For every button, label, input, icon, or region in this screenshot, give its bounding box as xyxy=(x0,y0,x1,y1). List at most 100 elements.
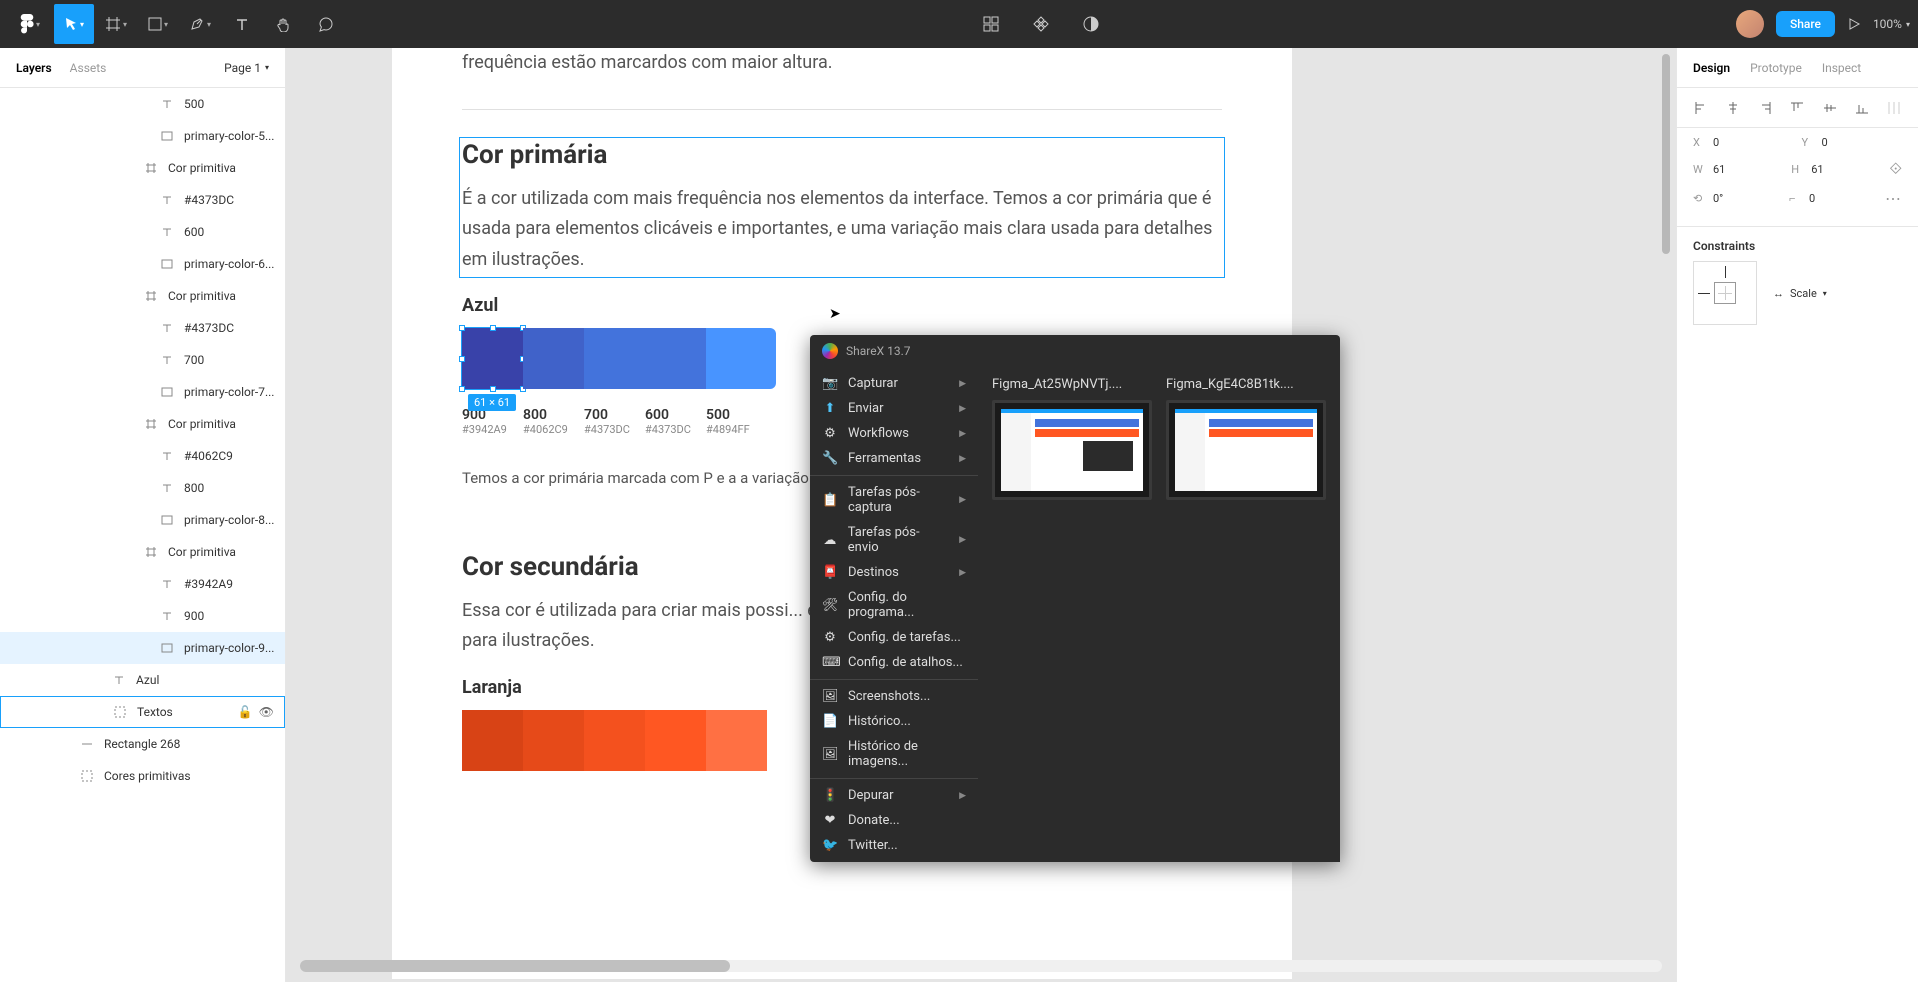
present-button[interactable] xyxy=(1847,17,1861,31)
more-options-icon[interactable]: ⋯ xyxy=(1885,189,1902,208)
thumbnail-image xyxy=(992,400,1152,500)
design-tab[interactable]: Design xyxy=(1693,61,1730,75)
screenshot-thumbnail[interactable]: Figma_At25WpNVTj.... xyxy=(992,377,1152,852)
layer-item[interactable]: primary-color-6... xyxy=(0,248,285,280)
layer-item[interactable]: #3942A9 xyxy=(0,568,285,600)
sharex-menu-item[interactable]: 🛠Config. do programa... xyxy=(810,585,978,625)
layer-item[interactable]: Textos🔓👁 xyxy=(0,696,285,728)
mask-tool[interactable] xyxy=(1076,4,1106,44)
rect-layer-icon xyxy=(160,513,174,527)
layer-item[interactable]: 800 xyxy=(0,472,285,504)
h-input[interactable] xyxy=(1811,163,1861,176)
prototype-tab[interactable]: Prototype xyxy=(1750,61,1802,75)
page-selector[interactable]: Page 1▾ xyxy=(224,61,269,75)
swatch-orange[interactable] xyxy=(523,710,584,771)
layer-item[interactable]: Cor primitiva xyxy=(0,408,285,440)
frame-tool[interactable]: ▾ xyxy=(96,4,136,44)
swatch-800[interactable] xyxy=(523,328,584,389)
swatch-700[interactable] xyxy=(584,328,645,389)
layer-item[interactable]: 600 xyxy=(0,216,285,248)
distribute-icon[interactable] xyxy=(1884,98,1904,118)
y-input[interactable] xyxy=(1822,136,1872,149)
canvas-h-scrollbar[interactable] xyxy=(300,960,1662,972)
sharex-menu-item[interactable]: 📋Tarefas pós-captura▶ xyxy=(810,480,978,520)
sharex-menu-item[interactable]: ⌨Config. de atalhos... xyxy=(810,650,978,675)
align-hcenter-icon[interactable] xyxy=(1723,98,1743,118)
create-component-tool[interactable] xyxy=(1026,4,1056,44)
figma-menu-button[interactable]: ▾ xyxy=(8,4,52,44)
assets-tab[interactable]: Assets xyxy=(70,61,107,75)
sharex-menu-item[interactable]: 🖼Screenshots... xyxy=(810,684,978,709)
layers-list[interactable]: 500primary-color-5...Cor primitiva#4373D… xyxy=(0,88,285,982)
align-vcenter-icon[interactable] xyxy=(1820,98,1840,118)
constraints-widget[interactable] xyxy=(1693,261,1757,325)
hand-tool[interactable] xyxy=(264,4,304,44)
layer-item[interactable]: Cor primitiva xyxy=(0,152,285,184)
align-top-icon[interactable] xyxy=(1787,98,1807,118)
layer-item[interactable]: Cor primitiva xyxy=(0,536,285,568)
layer-item[interactable]: 500 xyxy=(0,88,285,120)
layers-tab[interactable]: Layers xyxy=(16,61,52,75)
swatch-500[interactable] xyxy=(706,328,776,389)
sharex-menu-item[interactable]: ⚙Workflows▶ xyxy=(810,421,978,446)
layer-label: Cor primitiva xyxy=(168,417,236,431)
radius-input[interactable] xyxy=(1809,192,1859,205)
inspect-tab[interactable]: Inspect xyxy=(1822,61,1861,75)
component-tool[interactable] xyxy=(976,4,1006,44)
layer-item[interactable]: Cores primitivas xyxy=(0,760,285,792)
x-input[interactable] xyxy=(1713,136,1763,149)
layer-item[interactable]: #4062C9 xyxy=(0,440,285,472)
visibility-icon[interactable]: 👁 xyxy=(259,705,274,719)
sharex-menu-item[interactable]: 🚦Depurar▶ xyxy=(810,783,978,808)
menu-item-icon: 📮 xyxy=(822,565,838,580)
submenu-arrow-icon: ▶ xyxy=(959,429,966,439)
screenshot-thumbnail[interactable]: Figma_KgE4C8B1tk.... xyxy=(1166,377,1326,852)
link-wh-icon[interactable]: ⟐ xyxy=(1889,159,1902,179)
comment-tool[interactable] xyxy=(306,4,346,44)
layer-item[interactable]: #4373DC xyxy=(0,312,285,344)
zoom-select[interactable]: 100%▾ xyxy=(1873,17,1910,31)
swatch-900[interactable]: 61 × 61 xyxy=(462,328,523,389)
sharex-menu-item[interactable]: ☁Tarefas pós-envio▶ xyxy=(810,520,978,560)
layer-item[interactable]: 700 xyxy=(0,344,285,376)
w-input[interactable] xyxy=(1713,163,1763,176)
move-tool[interactable]: ▾ xyxy=(54,4,94,44)
menu-item-icon: 📋 xyxy=(822,493,838,508)
swatch-orange[interactable] xyxy=(462,710,523,771)
user-avatar[interactable] xyxy=(1736,10,1764,38)
canvas-scrollbar[interactable] xyxy=(1662,54,1670,254)
constraint-h-select[interactable]: ↔Scale▾ xyxy=(1773,287,1827,300)
share-button[interactable]: Share xyxy=(1776,11,1835,37)
layer-item[interactable]: #4373DC xyxy=(0,184,285,216)
align-right-icon[interactable] xyxy=(1755,98,1775,118)
sharex-menu-item[interactable]: 🐦Twitter... xyxy=(810,833,978,858)
sharex-menu-item[interactable]: 🔧Ferramentas▶ xyxy=(810,446,978,471)
align-left-icon[interactable] xyxy=(1691,98,1711,118)
shape-tool[interactable]: ▾ xyxy=(138,4,178,44)
layer-item[interactable]: primary-color-7... xyxy=(0,376,285,408)
sharex-menu-item[interactable]: ⚙Config. de tarefas... xyxy=(810,625,978,650)
sharex-menu-item[interactable]: ⬆Enviar▶ xyxy=(810,396,978,421)
swatch-orange[interactable] xyxy=(706,710,767,771)
align-bottom-icon[interactable] xyxy=(1852,98,1872,118)
layer-item[interactable]: Azul xyxy=(0,664,285,696)
pen-tool[interactable]: ▾ xyxy=(180,4,220,44)
sharex-menu-item[interactable]: 📷Capturar▶ xyxy=(810,371,978,396)
lock-icon[interactable]: 🔓 xyxy=(238,705,253,719)
layer-item[interactable]: primary-color-9... xyxy=(0,632,285,664)
layer-item[interactable]: Cor primitiva xyxy=(0,280,285,312)
sharex-titlebar[interactable]: ShareX 13.7 xyxy=(810,335,1340,367)
layer-item[interactable]: 900 xyxy=(0,600,285,632)
sharex-menu-item[interactable]: 🖼Histórico de imagens... xyxy=(810,734,978,774)
rotation-input[interactable] xyxy=(1713,192,1763,205)
text-tool[interactable] xyxy=(222,4,262,44)
layer-item[interactable]: primary-color-5... xyxy=(0,120,285,152)
swatch-orange[interactable] xyxy=(584,710,645,771)
layer-item[interactable]: Rectangle 268 xyxy=(0,728,285,760)
layer-item[interactable]: primary-color-8... xyxy=(0,504,285,536)
sharex-menu-item[interactable]: 📄Histórico... xyxy=(810,709,978,734)
swatch-orange[interactable] xyxy=(645,710,706,771)
swatch-600[interactable] xyxy=(645,328,706,389)
sharex-menu-item[interactable]: 📮Destinos▶ xyxy=(810,560,978,585)
sharex-menu-item[interactable]: ❤Donate... xyxy=(810,808,978,833)
